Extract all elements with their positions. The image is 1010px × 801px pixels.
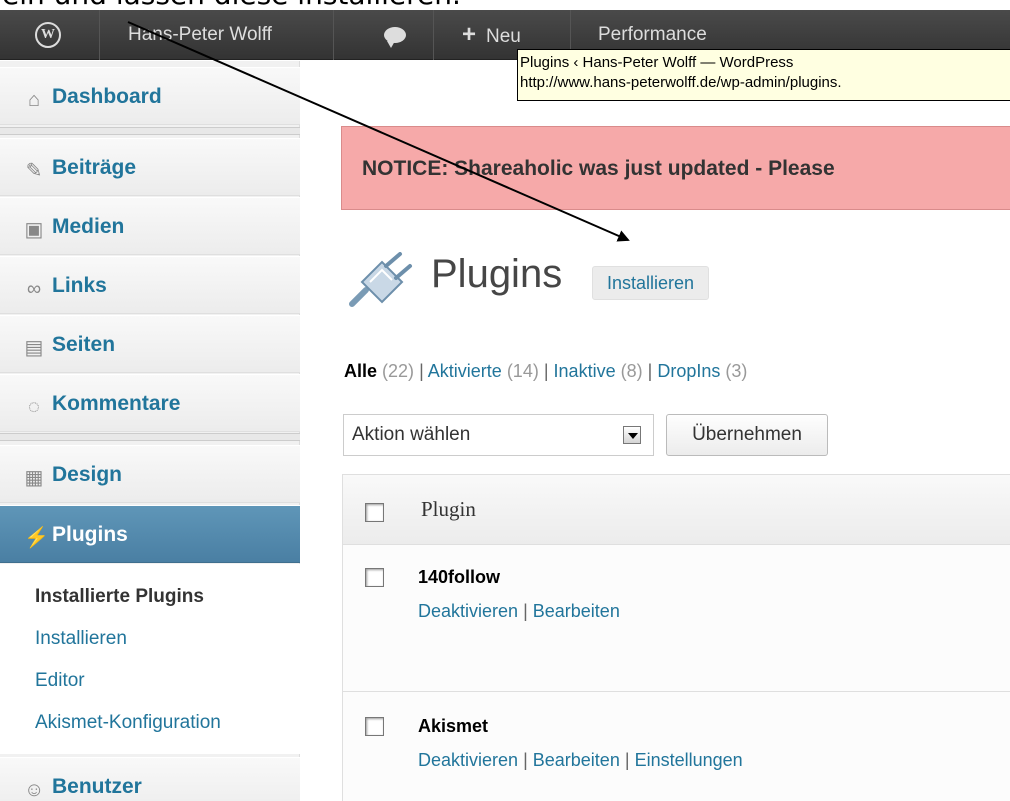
menu-dashboard[interactable]: ⌂ Dashboard: [0, 67, 300, 125]
plugin-name: 140follow: [418, 567, 501, 587]
plugin-name: Akismet: [418, 716, 489, 736]
plus-icon: +: [462, 21, 477, 48]
select-all-checkbox[interactable]: [365, 503, 384, 522]
users-icon: ☺: [24, 779, 45, 801]
menu-design[interactable]: ▦ Design: [0, 445, 300, 503]
submenu-installed-plugins[interactable]: Installierte Plugins: [35, 586, 204, 608]
home-icon: ⌂: [27, 89, 41, 111]
row-checkbox[interactable]: [365, 568, 384, 587]
menu-kommentare[interactable]: ◌ Kommentare: [0, 374, 300, 432]
menu-label: Medien: [52, 215, 125, 238]
action-separator: |: [523, 601, 528, 621]
filter-all-count: (22): [382, 361, 415, 381]
browser-tooltip: Plugins ‹ Hans-Peter Wolff — WordPress h…: [517, 49, 1010, 101]
dropdown-arrow-icon[interactable]: [623, 426, 641, 444]
filter-separator: |: [419, 361, 424, 381]
plug-icon: ⚡: [24, 527, 49, 549]
filter-dropins[interactable]: DropIns: [657, 361, 720, 381]
submenu-add-new[interactable]: Installieren: [35, 628, 127, 650]
menu-links[interactable]: ∞ Links: [0, 256, 300, 314]
table-header: Plugin: [343, 475, 1010, 545]
action-separator: |: [523, 750, 528, 770]
filter-all[interactable]: Alle: [344, 361, 377, 381]
media-icon: ▣: [24, 219, 44, 241]
row-actions: Deaktivieren | Bearbeiten | Einstellunge…: [418, 750, 743, 771]
menu-label: Design: [52, 463, 123, 486]
table-row: 140follow Deaktivieren | Bearbeiten: [343, 545, 1010, 692]
add-new-button[interactable]: Installieren: [592, 266, 710, 300]
pin-icon: ✎: [25, 160, 43, 182]
menu-seiten[interactable]: ▤ Seiten: [0, 315, 300, 373]
site-name-link[interactable]: Hans-Peter Wolff: [100, 10, 334, 60]
wordpress-logo-icon: W: [35, 22, 61, 48]
filter-active-count: (14): [506, 361, 539, 381]
filter-separator: |: [543, 361, 549, 381]
comments-menu[interactable]: [334, 10, 434, 60]
admin-sidebar: ⌂ Dashboard ✎ Beiträge ▣ Medien ∞ Links ▤ Sei…: [0, 61, 300, 801]
menu-label: Dashboard: [52, 85, 162, 108]
settings-link[interactable]: Einstellungen: [635, 750, 743, 770]
design-icon: ▦: [24, 467, 44, 489]
submenu-akismet-config[interactable]: Akismet-Konfiguration: [35, 712, 221, 734]
comment-icon: ◌: [28, 396, 40, 418]
wordpress-menu[interactable]: W: [0, 10, 100, 60]
new-label: Neu: [486, 26, 521, 47]
row-checkbox[interactable]: [365, 717, 384, 736]
row-actions: Deaktivieren | Bearbeiten: [418, 601, 620, 622]
menu-label: Links: [52, 274, 107, 297]
link-icon: ∞: [26, 278, 42, 300]
menu-separator: [0, 433, 300, 441]
bulk-action-select[interactable]: Aktion wählen: [343, 414, 654, 456]
deactivate-link[interactable]: Deaktivieren: [418, 601, 518, 621]
plugins-table: Plugin 140follow Deaktivieren | Bearbeit…: [342, 474, 1010, 801]
menu-plugins[interactable]: ⚡ Plugins: [0, 505, 300, 563]
filter-dropins-count: (3): [725, 361, 748, 381]
edit-link[interactable]: Bearbeiten: [533, 750, 620, 770]
menu-label: Plugins: [52, 523, 128, 546]
menu-beitraege[interactable]: ✎ Beiträge: [0, 138, 300, 196]
tooltip-url: http://www.hans-peterwolff.de/wp-admin/p…: [520, 74, 842, 91]
column-header-plugin[interactable]: Plugin: [421, 497, 476, 522]
filter-inactive-count: (8): [620, 361, 643, 381]
filter-separator: |: [647, 361, 653, 381]
apply-button[interactable]: Übernehmen: [666, 414, 828, 456]
menu-label: Kommentare: [52, 392, 181, 415]
menu-label: Benutzer: [52, 775, 142, 798]
submenu-editor[interactable]: Editor: [35, 670, 85, 692]
bulk-action-value: Aktion wählen: [352, 424, 471, 445]
menu-separator: [0, 127, 300, 135]
tooltip-title: Plugins ‹ Hans-Peter Wolff — WordPress: [520, 54, 794, 71]
page-title: Plugins: [431, 252, 563, 296]
menu-label: Beiträge: [52, 156, 137, 179]
plugins-submenu: Installierte Plugins Installieren Editor…: [0, 564, 300, 754]
table-row: Akismet Deaktivieren | Bearbeiten | Eins…: [343, 692, 1010, 801]
plugin-icon: [349, 252, 412, 307]
plugin-status-filters: Alle (22) | Aktivierte (14) | Inaktive (…: [344, 361, 747, 382]
menu-benutzer[interactable]: ☺ Benutzer: [0, 757, 300, 801]
deactivate-link[interactable]: Deaktivieren: [418, 750, 518, 770]
page-header: Plugins Installieren: [344, 250, 1004, 310]
menu-medien[interactable]: ▣ Medien: [0, 197, 300, 255]
edit-link[interactable]: Bearbeiten: [533, 601, 620, 621]
comment-bubble-icon: [384, 27, 406, 48]
shareaholic-notice: NOTICE: Shareaholic was just updated - P…: [341, 126, 1010, 210]
menu-label: Seiten: [52, 333, 116, 356]
action-separator: |: [624, 750, 630, 770]
filter-inactive[interactable]: Inaktive: [554, 361, 616, 381]
pages-icon: ▤: [24, 337, 44, 359]
filter-active[interactable]: Aktivierte: [428, 361, 502, 381]
